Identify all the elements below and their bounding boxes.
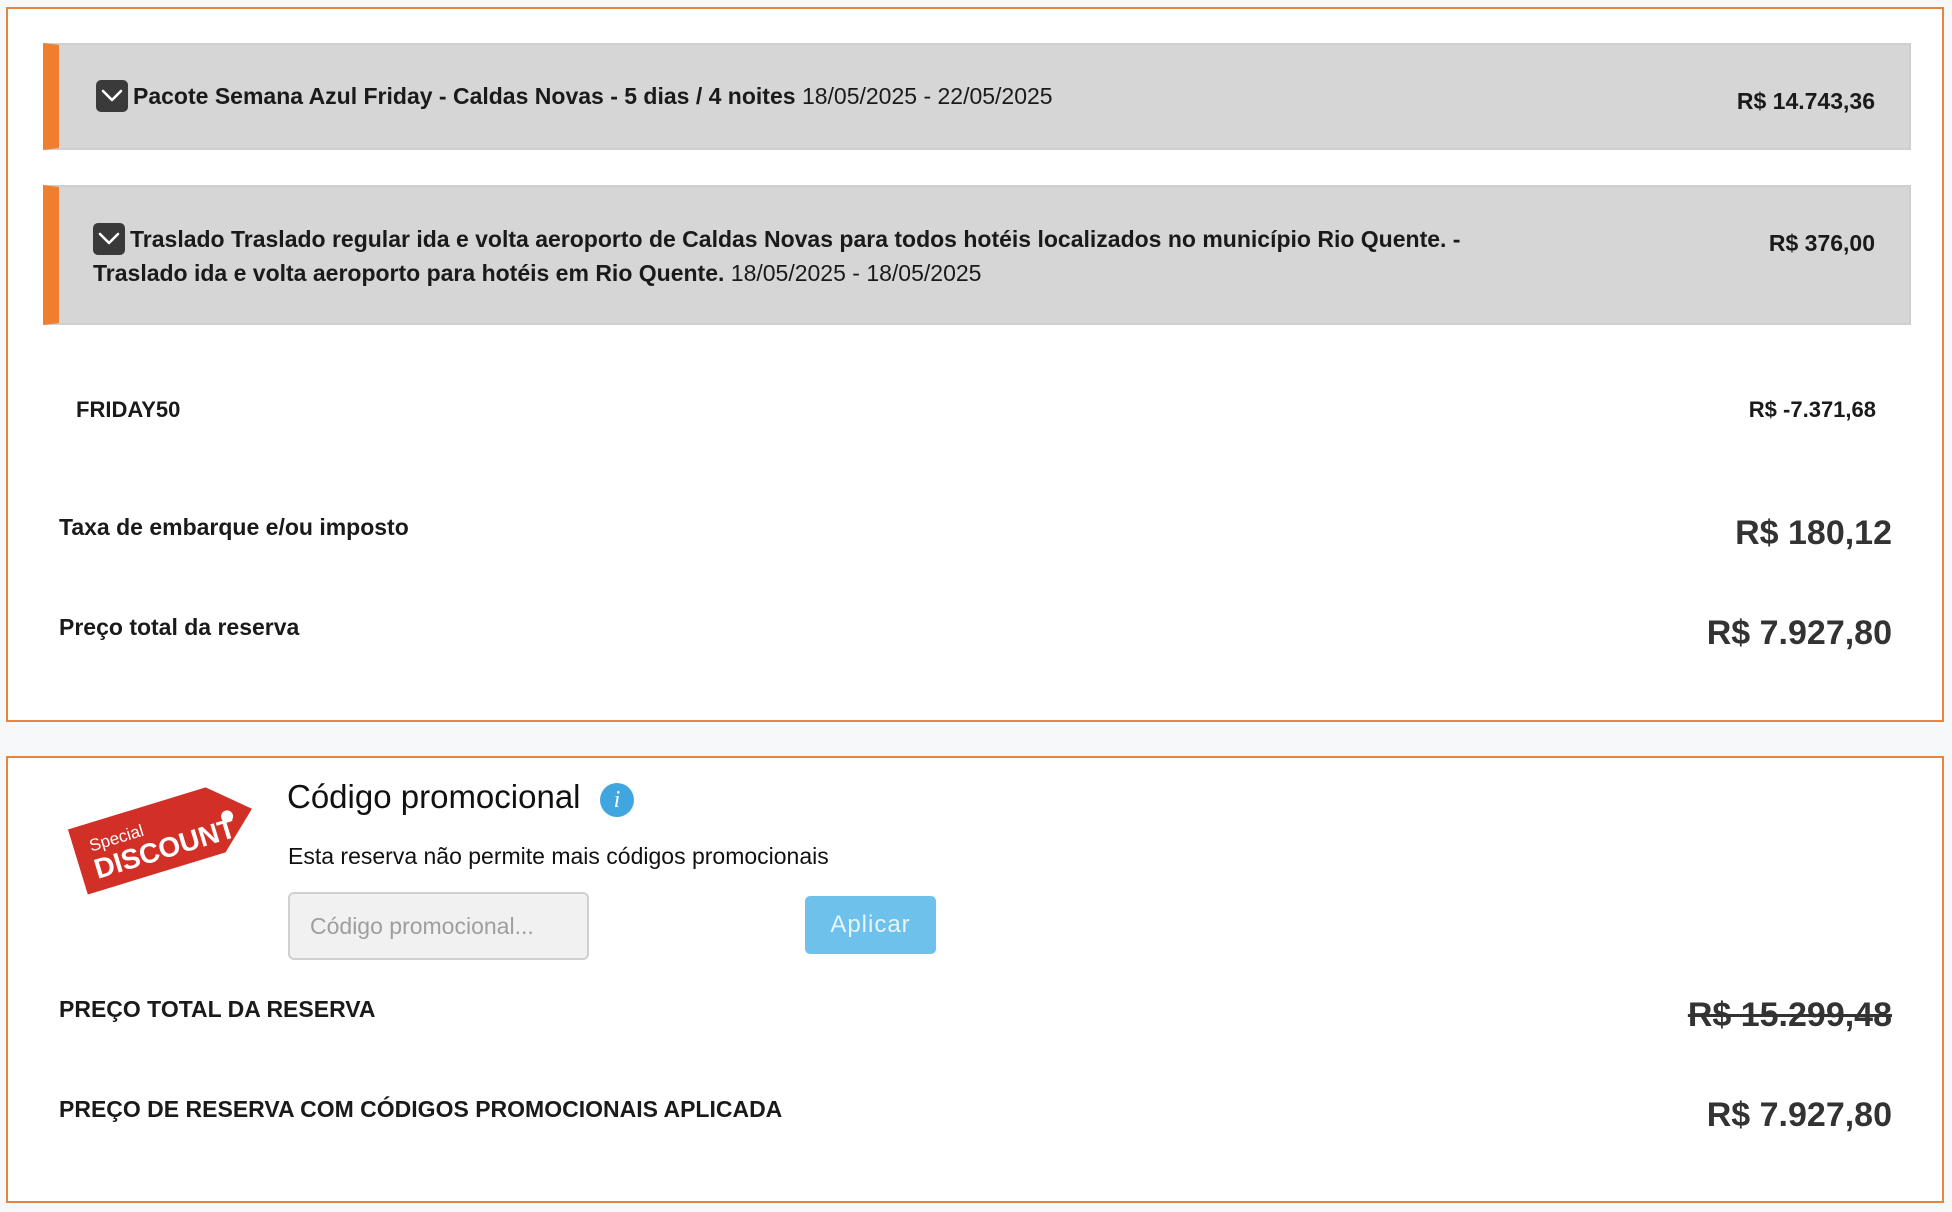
coupon-code: FRIDAY50 — [76, 397, 181, 422]
package-item-row: Pacote Semana Azul Friday - Caldas Novas… — [43, 43, 1911, 150]
package-price: R$ 14.743,36 — [1736, 88, 1875, 114]
tax-value: R$ 180,12 — [1735, 514, 1892, 552]
transfer-dates: 18/05/2025 - 18/05/2025 — [730, 260, 982, 286]
promo-code-panel: Special DISCOUNT Código promocional i Es… — [6, 756, 1944, 1203]
chevron-down-icon[interactable] — [93, 223, 125, 255]
promo-note: Esta reserva não permite mais códigos pr… — [288, 843, 829, 869]
discount-tag-icon: Special DISCOUNT — [67, 787, 252, 895]
package-title: Pacote Semana Azul Friday - Caldas Novas… — [133, 83, 796, 109]
package-dates: 18/05/2025 - 22/05/2025 — [801, 83, 1053, 109]
total-value: R$ 7.927,80 — [1706, 614, 1892, 652]
promo-code-input[interactable] — [288, 892, 589, 960]
info-icon[interactable]: i — [600, 783, 634, 817]
promo-total-with-codes-value: R$ 7.927,80 — [1706, 1096, 1892, 1134]
promo-total-original: R$ 15.299,48 — [1687, 996, 1892, 1034]
tax-label: Taxa de embarque e/ou imposto — [59, 514, 409, 540]
apply-button[interactable]: Aplicar — [805, 896, 936, 954]
coupon-value: R$ -7.371,68 — [1748, 397, 1876, 422]
chevron-down-icon[interactable] — [96, 80, 128, 112]
total-label: Preço total da reserva — [59, 614, 300, 640]
promo-title: Código promocional — [287, 778, 581, 815]
promo-total-label: PREÇO TOTAL DA RESERVA — [59, 996, 376, 1022]
promo-total-with-codes-label: PREÇO DE RESERVA COM CÓDIGOS PROMOCIONAI… — [59, 1096, 783, 1122]
transfer-price: R$ 376,00 — [1768, 230, 1875, 256]
transfer-item-row: Traslado Traslado regular ida e volta ae… — [43, 185, 1911, 325]
booking-summary-panel: Pacote Semana Azul Friday - Caldas Novas… — [6, 7, 1944, 722]
